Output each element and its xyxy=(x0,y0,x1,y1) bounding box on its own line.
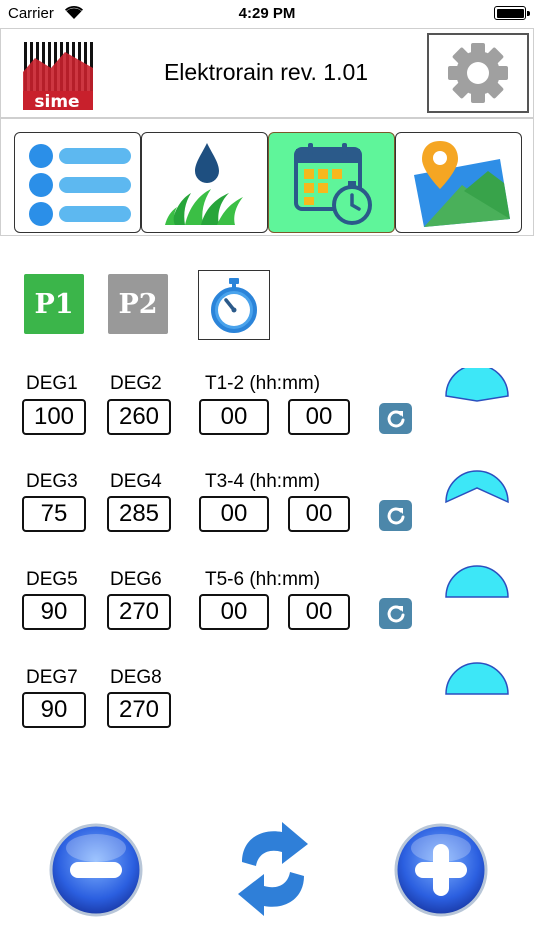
t1-2-hours-input[interactable]: 00 xyxy=(199,399,269,435)
t1-2-minutes-input[interactable]: 00 xyxy=(288,399,350,435)
deg4-input[interactable]: 285 xyxy=(107,496,171,532)
deg5-label: DEG5 xyxy=(26,569,78,590)
timer-button[interactable] xyxy=(198,270,270,340)
t5-6-hours-input[interactable]: 00 xyxy=(199,594,269,630)
deg8-label: DEG8 xyxy=(110,667,162,688)
app-title: Elektrorain rev. 1.01 xyxy=(163,59,369,85)
minus-icon xyxy=(70,862,122,878)
deg1-label: DEG1 xyxy=(26,373,78,394)
refresh-icon xyxy=(387,507,404,524)
status-bar: Carrier 4:29 PM xyxy=(0,0,534,28)
deg2-label: DEG2 xyxy=(110,373,162,394)
t3-4-hours-input[interactable]: 00 xyxy=(199,496,269,532)
plus-button[interactable] xyxy=(393,822,489,918)
deg6-label: DEG6 xyxy=(110,569,162,590)
spray-sector-3[interactable] xyxy=(444,564,510,600)
deg8-input[interactable]: 270 xyxy=(107,692,171,728)
t5-6-minutes-input[interactable]: 00 xyxy=(288,594,350,630)
tab-map[interactable] xyxy=(395,132,522,233)
deg5-input[interactable]: 90 xyxy=(22,594,86,630)
sync-button[interactable] xyxy=(232,818,314,920)
minus-button[interactable] xyxy=(48,822,144,918)
tab-schedule[interactable] xyxy=(268,132,395,233)
stopwatch-icon xyxy=(211,278,257,333)
deg1-input[interactable]: 100 xyxy=(22,399,86,435)
irrigation-icon xyxy=(164,142,243,225)
gear-icon xyxy=(448,43,508,103)
t3-4-label: T3-4 (hh:mm) xyxy=(205,471,321,492)
deg4-label: DEG4 xyxy=(110,471,162,492)
calendar-timer-icon xyxy=(293,142,372,225)
refresh-button-2[interactable] xyxy=(379,500,412,531)
logo-text: sime xyxy=(34,92,79,111)
t3-4-minutes-input[interactable]: 00 xyxy=(288,496,350,532)
battery-icon xyxy=(494,6,530,20)
status-time: 4:29 PM xyxy=(238,5,296,22)
program-p1-button[interactable]: P1 xyxy=(24,274,84,334)
spray-sector-4[interactable] xyxy=(444,661,510,697)
deg6-input[interactable]: 270 xyxy=(107,594,171,630)
sync-icon xyxy=(238,822,308,916)
deg3-input[interactable]: 75 xyxy=(22,496,86,532)
refresh-button-1[interactable] xyxy=(379,403,412,434)
deg7-input[interactable]: 90 xyxy=(22,692,86,728)
sime-logo: sime xyxy=(21,38,94,111)
refresh-icon xyxy=(387,605,404,622)
t1-2-label: T1-2 (hh:mm) xyxy=(205,373,321,394)
list-icon xyxy=(28,143,131,226)
program-p2-button[interactable]: P2 xyxy=(108,274,168,334)
tab-bar xyxy=(0,118,534,236)
tab-list[interactable] xyxy=(14,132,141,233)
app-header: sime Elektrorain rev. 1.01 xyxy=(0,28,534,118)
spray-sector-2[interactable] xyxy=(444,466,510,506)
refresh-icon xyxy=(387,410,404,427)
map-icon xyxy=(413,140,510,227)
refresh-button-3[interactable] xyxy=(379,598,412,629)
t5-6-label: T5-6 (hh:mm) xyxy=(205,569,321,590)
tab-irrigation[interactable] xyxy=(141,132,268,233)
program-selector: P1 P2 xyxy=(0,270,534,340)
settings-button[interactable] xyxy=(427,33,529,113)
spray-sector-1[interactable] xyxy=(444,368,510,404)
deg2-input[interactable]: 260 xyxy=(107,399,171,435)
deg7-label: DEG7 xyxy=(26,667,78,688)
deg3-label: DEG3 xyxy=(26,471,78,492)
